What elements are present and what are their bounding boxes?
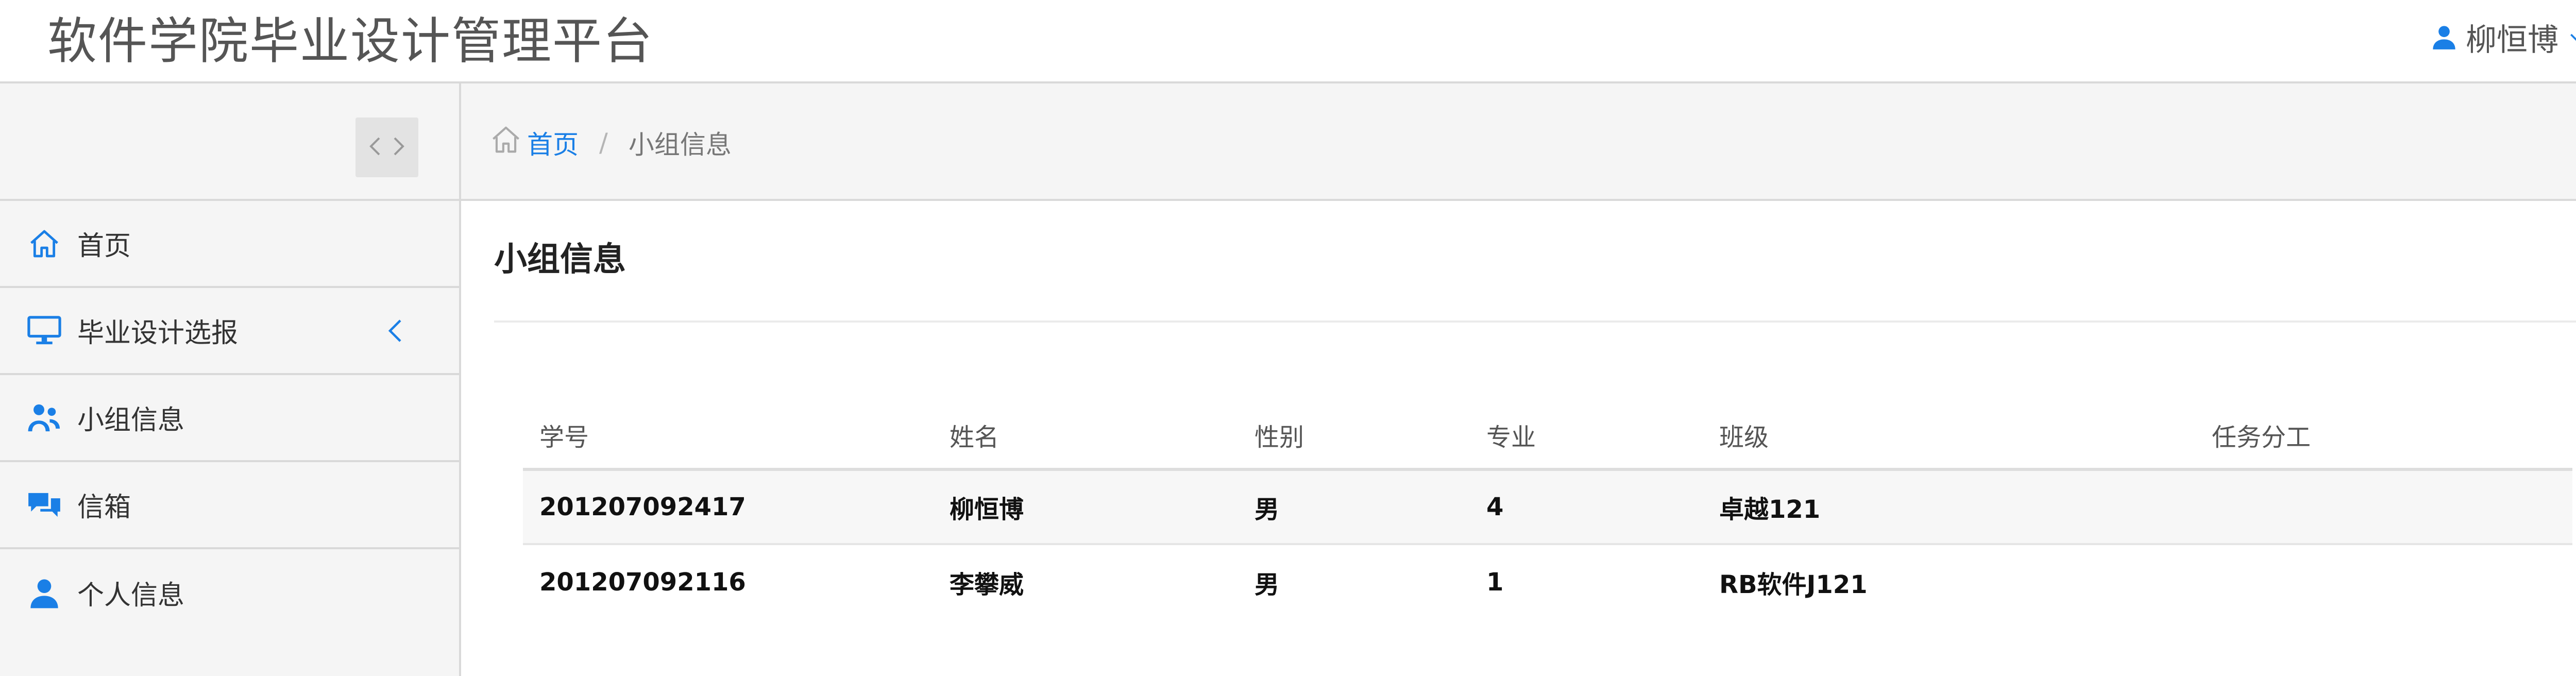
monitor-icon <box>25 311 64 350</box>
sidebar-item-profile[interactable]: 个人信息 <box>0 549 459 636</box>
column-header-major: 专业 <box>1486 423 1536 452</box>
table-row: 201207092116 李攀威 男 1 RB软件J121 <box>523 545 2572 619</box>
home-icon <box>25 224 64 263</box>
column-header-task: 任务分工 <box>2212 423 2311 452</box>
cell-name: 李攀威 <box>950 570 1024 599</box>
sidebar-item-graduation-project[interactable]: 毕业设计选报 <box>0 288 459 375</box>
sidebar-item-label: 首页 <box>77 231 131 262</box>
group-icon <box>25 398 64 437</box>
chevron-left-icon <box>368 136 381 159</box>
cell-gender: 男 <box>1255 495 1280 524</box>
breadcrumb: 首页 / 小组信息 <box>490 125 732 161</box>
sidebar-item-group-info[interactable]: 小组信息 <box>0 375 459 462</box>
sidebar-item-label: 个人信息 <box>77 580 185 611</box>
group-table: 学号 姓名 性别 专业 班级 任务分工 201207092417 柳恒博 男 4… <box>523 397 2572 619</box>
chevron-right-icon <box>393 136 406 159</box>
column-header-class: 班级 <box>1719 423 1769 452</box>
cell-major: 4 <box>1486 493 1504 521</box>
chevron-down-icon <box>2567 27 2576 47</box>
user-icon <box>25 573 64 613</box>
cell-gender: 男 <box>1255 570 1280 599</box>
breadcrumb-home-link[interactable]: 首页 <box>490 124 579 162</box>
sidebar-item-label: 小组信息 <box>77 405 185 436</box>
main-content: 小组信息 学号 姓名 性别 专业 班级 任务分工 201207092417 柳恒… <box>461 201 2576 676</box>
cell-class: 卓越121 <box>1719 495 1821 524</box>
sidebar-collapse-toggle[interactable] <box>355 117 418 177</box>
cell-name: 柳恒博 <box>950 495 1024 524</box>
chat-icon <box>25 485 64 525</box>
column-header-student-id: 学号 <box>539 423 589 452</box>
breadcrumb-current: 小组信息 <box>628 130 732 160</box>
user-icon <box>2431 24 2458 50</box>
breadcrumb-separator: / <box>599 128 608 158</box>
sidebar-nav: 首页 毕业设计选报 小组信息 信箱 个人信息 <box>0 201 459 636</box>
sidebar-toggle-area <box>0 83 459 201</box>
page-title: 小组信息 <box>494 241 626 279</box>
user-name: 柳恒博 <box>2466 22 2558 58</box>
app-title: 软件学院毕业设计管理平台 <box>47 12 653 70</box>
column-header-name: 姓名 <box>950 423 999 452</box>
sidebar: 首页 毕业设计选报 小组信息 信箱 个人信息 <box>0 83 461 676</box>
sidebar-item-label: 毕业设计选报 <box>77 318 239 349</box>
table-header-row: 学号 姓名 性别 专业 班级 任务分工 <box>523 397 2572 471</box>
home-icon <box>490 124 522 162</box>
chevron-left-icon <box>387 318 403 346</box>
sidebar-item-label: 信箱 <box>77 492 131 523</box>
cell-class: RB软件J121 <box>1719 570 1868 599</box>
column-header-gender: 性别 <box>1255 423 1304 452</box>
sidebar-item-mailbox[interactable]: 信箱 <box>0 462 459 549</box>
top-header: 软件学院毕业设计管理平台 柳恒博 <box>0 0 2576 83</box>
breadcrumb-home-label: 首页 <box>527 130 579 160</box>
table-row: 201207092417 柳恒博 男 4 卓越121 <box>523 471 2572 545</box>
sidebar-item-home[interactable]: 首页 <box>0 201 459 288</box>
title-divider <box>494 320 2576 323</box>
cell-student-id: 201207092116 <box>539 568 746 597</box>
user-menu[interactable]: 柳恒博 <box>2431 15 2576 59</box>
breadcrumb-bar: 首页 / 小组信息 <box>461 83 2576 201</box>
cell-major: 1 <box>1486 568 1504 597</box>
cell-student-id: 201207092417 <box>539 493 746 521</box>
